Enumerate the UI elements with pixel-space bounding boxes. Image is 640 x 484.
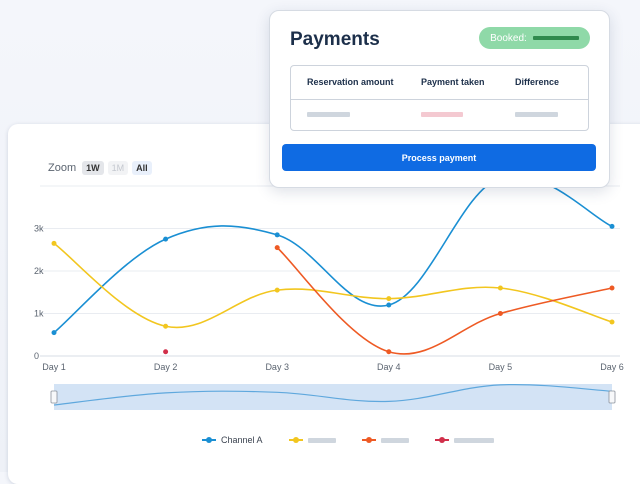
legend-swatch [288,437,303,443]
col-payment-taken: Payment taken [421,77,485,87]
legend-swatch [361,437,376,443]
data-point [163,236,169,242]
legend-swatch [434,437,449,443]
data-point [51,240,57,246]
data-point [386,296,392,302]
y-tick-label: 0 [34,351,39,361]
data-point [274,232,280,238]
x-tick-label: Day 1 [42,362,66,372]
col-difference: Difference [515,77,560,87]
legend-label: Channel A [221,435,263,445]
x-tick-label: Day 3 [265,362,289,372]
y-tick-label: 2k [34,266,44,276]
data-point [386,349,392,355]
chart-legend: Channel A [202,435,494,445]
table-header: Reservation amount Payment taken Differe… [291,66,588,100]
payments-table: Reservation amount Payment taken Differe… [290,65,589,131]
data-point [274,287,280,293]
data-point [386,302,392,308]
data-point [163,349,169,355]
data-point [163,323,169,329]
x-tick-label: Day 5 [489,362,513,372]
navigator-left-handle[interactable] [50,390,58,404]
legend-item-channel-a[interactable]: Channel A [202,435,263,445]
legend-item-series-c[interactable] [361,437,409,443]
navigator-right-handle[interactable] [608,390,616,404]
y-tick-label: 3k [34,224,44,234]
legend-item-series-b[interactable] [288,437,336,443]
col-reservation-amount: Reservation amount [307,77,394,87]
x-tick-label: Day 6 [600,362,624,372]
booked-label: Booked: [490,32,527,44]
legend-label-placeholder [380,437,409,443]
y-tick-label: 1k [34,309,44,319]
legend-item-series-d[interactable] [434,437,494,443]
data-point [609,223,615,229]
navigator-range [54,384,612,410]
payments-popup: Payments Booked: Reservation amount Paym… [269,10,610,188]
payment-taken-value [421,112,463,117]
series-line [53,174,613,334]
data-point [497,285,503,291]
x-tick-label: Day 4 [377,362,401,372]
data-point [274,245,280,251]
data-point [497,311,503,316]
x-tick-label: Day 2 [154,362,178,372]
legend-label-placeholder [453,437,494,443]
series-line [276,247,613,355]
data-point [609,285,615,291]
booked-value-bar [532,36,579,40]
popup-title: Payments [290,29,380,50]
booked-badge: Booked: [479,27,590,49]
legend-swatch [202,437,216,443]
process-payment-button[interactable]: Process payment [282,144,596,171]
difference-value [515,112,558,117]
reservation-amount-value [307,112,350,117]
data-point [51,330,57,336]
data-point [609,319,615,325]
legend-label-placeholder [307,437,336,443]
